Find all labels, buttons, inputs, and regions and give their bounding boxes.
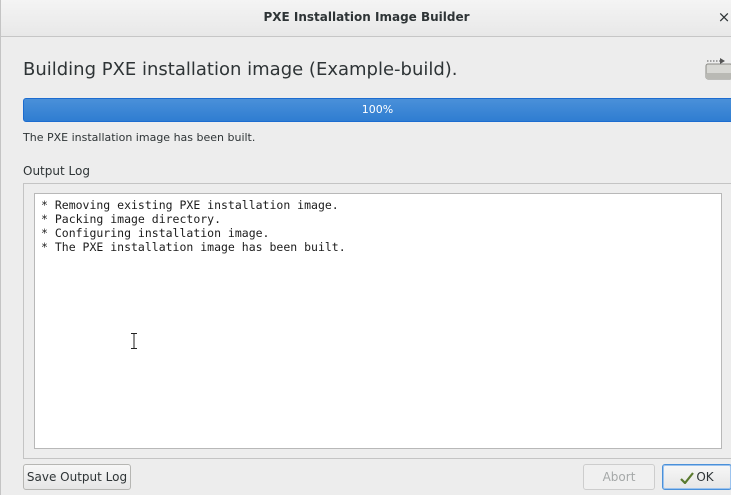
text-cursor-icon	[131, 333, 137, 349]
title-bar[interactable]: PXE Installation Image Builder ×	[1, 0, 731, 37]
output-log-textarea[interactable]: * Removing existing PXE installation ima…	[34, 193, 722, 449]
dialog-window: PXE Installation Image Builder × Buildin…	[0, 0, 731, 495]
progress-label: 100%	[361, 103, 394, 116]
progress-bar: 100%	[23, 98, 731, 122]
page-title: Building PXE installation image (Example…	[23, 59, 458, 80]
output-log-label: Output Log	[23, 164, 90, 178]
log-line: * Configuring installation image.	[41, 226, 270, 240]
abort-button[interactable]: Abort	[583, 464, 655, 490]
check-icon	[680, 471, 695, 484]
network-boot-icon	[705, 58, 731, 80]
window-title: PXE Installation Image Builder	[263, 10, 470, 24]
log-line: * Removing existing PXE installation ima…	[41, 198, 339, 212]
status-text: The PXE installation image has been buil…	[23, 131, 256, 144]
ok-button[interactable]: OK	[662, 464, 731, 490]
ok-button-label: OK	[696, 470, 714, 484]
close-icon[interactable]: ×	[716, 8, 731, 26]
save-output-log-button[interactable]: Save Output Log	[23, 464, 131, 490]
log-line: * Packing image directory.	[41, 212, 222, 226]
log-line: * The PXE installation image has been bu…	[41, 240, 346, 254]
